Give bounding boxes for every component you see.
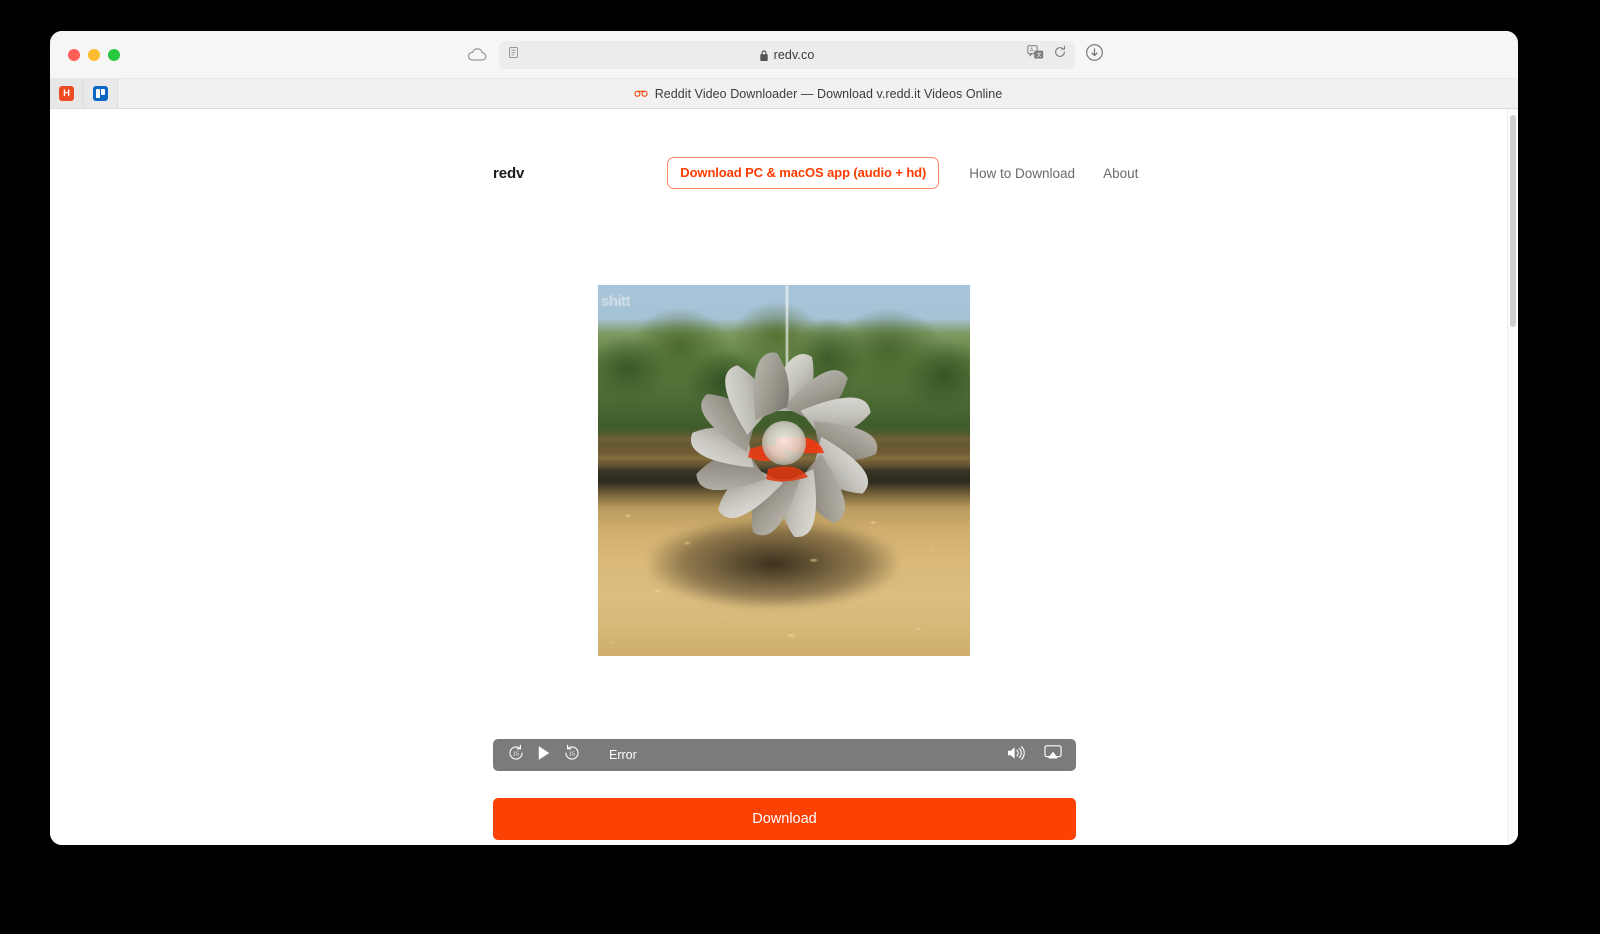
- svg-text:15: 15: [569, 751, 575, 757]
- nav-link-how-to-download[interactable]: How to Download: [969, 166, 1075, 181]
- player-status-text: Error: [609, 748, 637, 762]
- trello-favicon-icon: [93, 86, 108, 101]
- minimize-window-button[interactable]: [88, 48, 100, 61]
- pinned-tab-h[interactable]: H: [50, 79, 84, 108]
- video-watermark: shitt: [601, 293, 631, 310]
- nav-link-about[interactable]: About: [1103, 166, 1138, 181]
- active-tab[interactable]: Reddit Video Downloader — Download v.red…: [118, 79, 1518, 108]
- maximize-window-button[interactable]: [108, 48, 120, 61]
- tab-strip: H Reddit Video Downloader — Download v.r…: [50, 79, 1518, 109]
- reload-icon[interactable]: [1053, 45, 1067, 64]
- address-bar[interactable]: redv.co A 文: [498, 40, 1075, 69]
- close-window-button[interactable]: [68, 48, 80, 61]
- downloads-icon[interactable]: [1085, 43, 1104, 67]
- tab-title-text: Reddit Video Downloader — Download v.red…: [654, 86, 1003, 101]
- h-favicon-icon: H: [59, 86, 74, 101]
- site-brand[interactable]: redv: [493, 165, 524, 182]
- toolbar-center-group: redv.co A 文: [50, 40, 1518, 69]
- address-bar-content: redv.co: [759, 48, 815, 62]
- redv-logo-icon: [634, 85, 648, 103]
- video-pinwheel: [691, 352, 878, 537]
- download-app-cta-button[interactable]: Download PC & macOS app (audio + hd): [667, 157, 940, 189]
- page-scrollbar-thumb[interactable]: [1510, 115, 1516, 327]
- playback-controls-group: 15 15 Error: [507, 744, 637, 767]
- site-navbar: redv Download PC & macOS app (audio + hd…: [50, 109, 1518, 189]
- lock-icon: [759, 49, 769, 61]
- browser-window: redv.co A 文 H Reddit Video Downloader — …: [50, 31, 1518, 845]
- url-text: redv.co: [773, 47, 815, 62]
- svg-text:A: A: [1029, 47, 1033, 53]
- browser-titlebar: redv.co A 文: [50, 31, 1518, 79]
- window-controls: [68, 48, 120, 61]
- desktop-backdrop: redv.co A 文 H Reddit Video Downloader — …: [0, 0, 1600, 934]
- pinned-tab-trello[interactable]: [84, 79, 118, 108]
- cloud-icon[interactable]: [465, 43, 489, 67]
- page-content: redv Download PC & macOS app (audio + hd…: [50, 109, 1518, 845]
- svg-text:15: 15: [513, 751, 519, 757]
- volume-high-icon[interactable]: [1006, 745, 1026, 766]
- skip-back-15-icon[interactable]: 15: [507, 744, 525, 767]
- page-scrollbar-track[interactable]: [1507, 109, 1518, 845]
- address-bar-actions: A 文: [1026, 44, 1067, 65]
- video-player-preview[interactable]: shitt: [598, 285, 970, 656]
- reader-view-icon[interactable]: [508, 46, 519, 64]
- play-icon[interactable]: [537, 745, 551, 766]
- player-right-controls: [1006, 745, 1062, 766]
- airplay-icon[interactable]: [1044, 745, 1062, 765]
- translate-icon[interactable]: A 文: [1026, 44, 1044, 65]
- svg-text:文: 文: [1036, 51, 1041, 58]
- video-controls-bar: 15 15 Error: [493, 739, 1076, 771]
- download-button[interactable]: Download: [493, 798, 1076, 840]
- skip-forward-15-icon[interactable]: 15: [563, 744, 581, 767]
